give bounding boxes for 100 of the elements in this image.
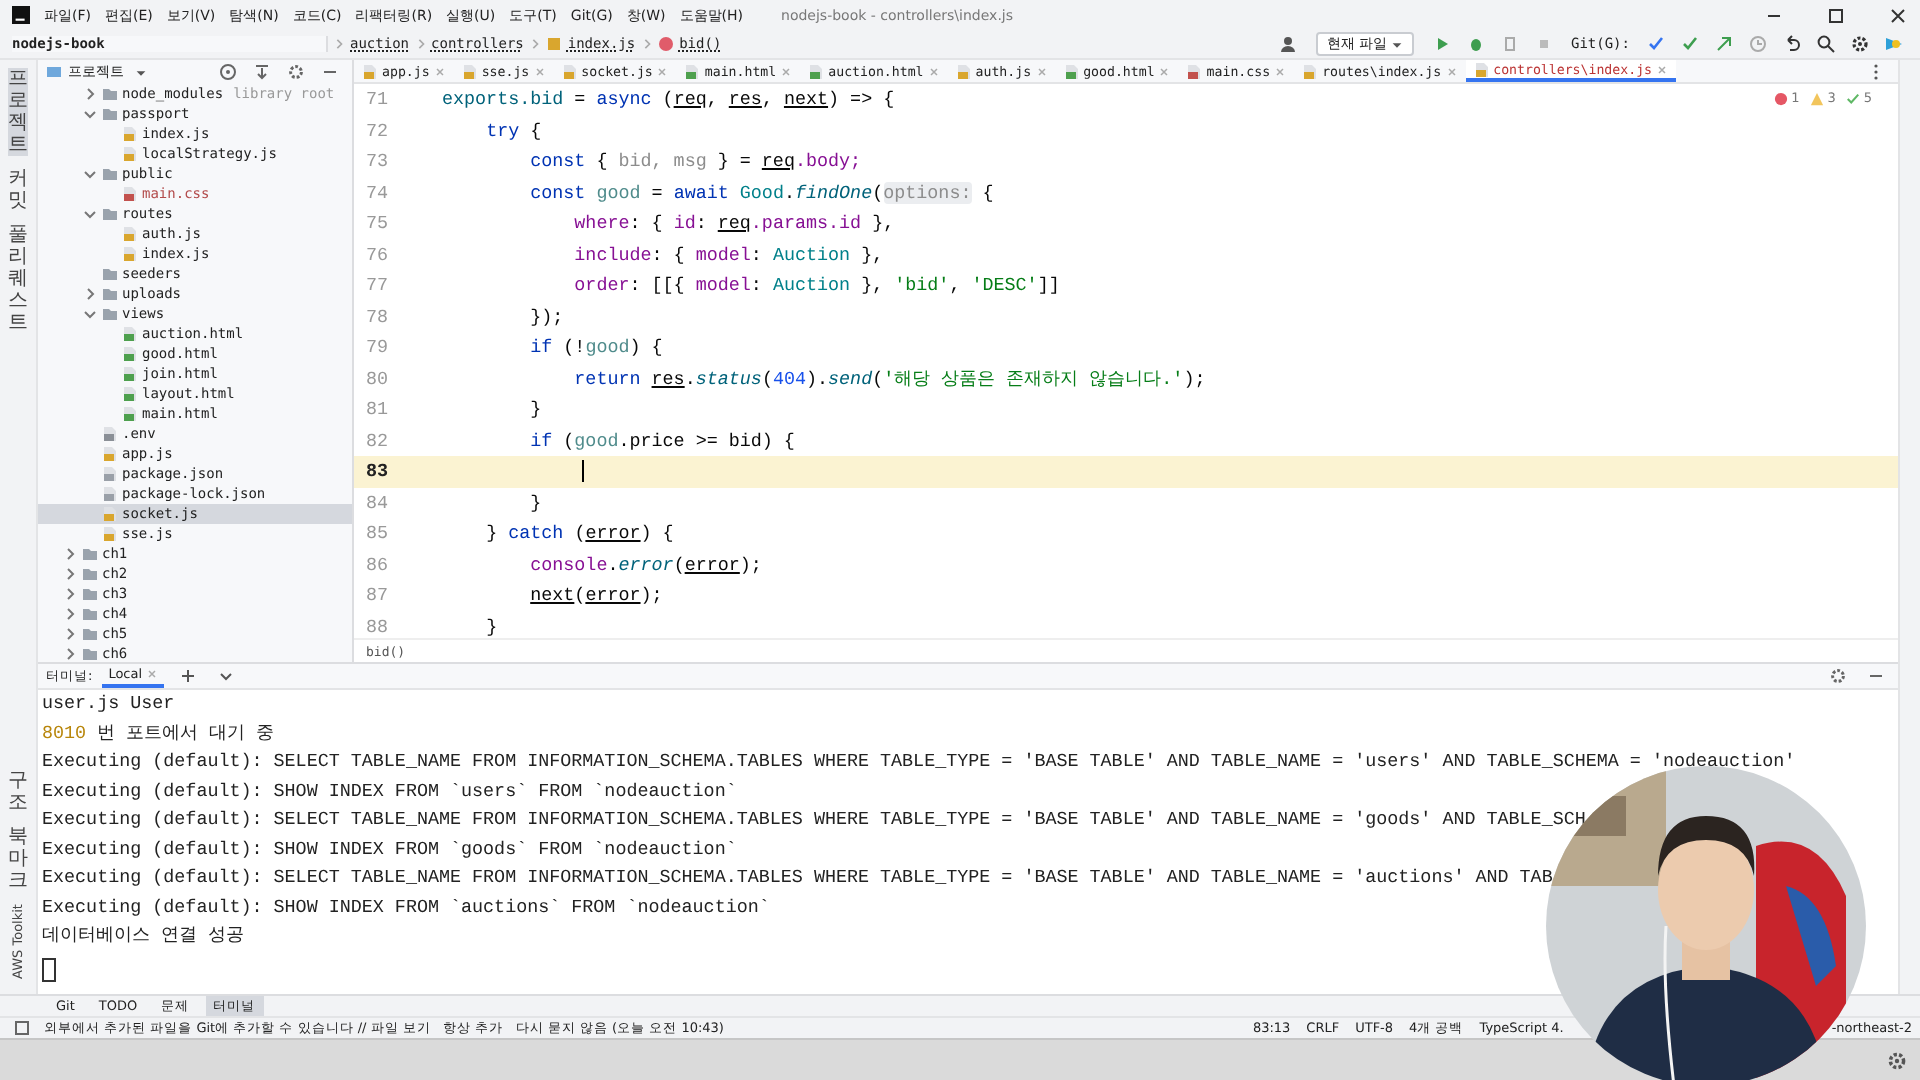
- terminal-line: Executing (default): SELECT TABLE_NAME FROM INFORMATION_SCHEMA.TABLES WHERE TABLE_TYPE = 'BASE TABLE' AND TABLE_NAME = 'auctions' AND TAB: [42, 864, 1555, 892]
- close-icon[interactable]: [1888, 5, 1908, 25]
- file-icon: [122, 386, 138, 402]
- file-icon: [102, 426, 118, 442]
- file-icon: [102, 446, 118, 462]
- file-icon: [102, 486, 118, 502]
- terminal-line: Executing (default): SELECT TABLE_NAME FROM INFORMATION_SCHEMA.TABLES WHERE TABLE_TYPE = 'BASE TABLE' AND TABLE_NAME = 'users' AND TABLE_SCHEMA = 'nodeauction': [42, 748, 1798, 776]
- terminal-line: Executing (default): SHOW INDEX FROM `goods` FROM `nodeauction`: [42, 835, 739, 863]
- line-number: 77: [364, 274, 391, 297]
- line-number: 78: [364, 305, 391, 328]
- line-number: 72: [364, 119, 391, 142]
- settings-icon[interactable]: [1828, 666, 1848, 686]
- checkmark-icon[interactable]: [1845, 91, 1860, 105]
- line-number: 74: [364, 181, 391, 204]
- js-file-icon: [545, 36, 562, 52]
- error-icon[interactable]: [1773, 91, 1788, 105]
- file-icon: [102, 526, 118, 542]
- line-number: 82: [364, 429, 391, 452]
- folder-icon: [46, 64, 62, 80]
- function-icon: [657, 36, 674, 52]
- code-line: } catch (error) {: [484, 522, 674, 545]
- terminal-line: Executing (default): SELECT TABLE_NAME FROM INFORMATION_SCHEMA.TABLES WHERE TABLE_TYPE = 'BASE TABLE' AND TABLE_NAME = 'goods' AND TABLE_SCH: [42, 806, 1588, 834]
- chevron-icon: [641, 36, 652, 52]
- line-number: 83: [364, 460, 391, 483]
- code-line: }: [484, 615, 498, 638]
- terminal-cursor: [42, 957, 56, 981]
- file-icon: [122, 326, 138, 342]
- text-cursor: [582, 460, 584, 483]
- code-line: try {: [484, 119, 542, 142]
- undo-icon[interactable]: [1782, 34, 1802, 54]
- settings-icon[interactable]: [1850, 34, 1870, 54]
- side-tool-tab[interactable]: 프로젝트: [8, 68, 28, 156]
- caret-icon[interactable]: [1390, 37, 1405, 52]
- side-tool-tab[interactable]: 커밋: [8, 168, 28, 212]
- side-tool-tab[interactable]: 구조: [8, 769, 28, 814]
- settings-icon[interactable]: [286, 62, 306, 82]
- file-icon: [122, 186, 138, 202]
- terminal-line: 데이터베이스 연결 성공: [42, 922, 247, 950]
- code-line: });: [528, 305, 564, 328]
- line-number: 88: [364, 615, 391, 638]
- search-icon[interactable]: [1816, 34, 1836, 54]
- folder-icon: [102, 166, 118, 182]
- terminal-line: Executing (default): SHOW INDEX FROM `auctions` FROM `nodeauction`: [42, 893, 772, 921]
- app-logo-icon: [12, 6, 30, 24]
- settings-icon[interactable]: [1886, 1049, 1908, 1071]
- chevron-icon: [334, 36, 344, 52]
- code-line: order: [[{ model: Auction }, 'bid', 'DESC']]: [572, 274, 1060, 297]
- code-line: if (!good) {: [528, 336, 663, 359]
- file-icon: [122, 346, 138, 362]
- line-number: 76: [364, 243, 391, 266]
- file-icon: [122, 126, 138, 142]
- code-line: const good = await Good.findOne(options: {: [528, 181, 994, 204]
- line-number: 87: [364, 584, 391, 607]
- line-number: 80: [364, 367, 391, 390]
- line-number: 85: [364, 522, 391, 545]
- line-number: 86: [364, 553, 391, 576]
- caret-icon[interactable]: [134, 65, 148, 79]
- arrow-icon[interactable]: [1714, 34, 1734, 54]
- terminal-line: Executing (default): SHOW INDEX FROM `users` FROM `nodeauction`: [42, 777, 739, 805]
- chevron-icon[interactable]: [82, 166, 98, 182]
- chevron-icon: [529, 36, 540, 52]
- file-icon: [102, 506, 118, 522]
- file-icon: [122, 366, 138, 382]
- plugin-logo-icon[interactable]: [1884, 34, 1904, 54]
- code-line: where: { id: req.params.id },: [572, 212, 895, 235]
- file-icon: [122, 246, 138, 262]
- line-number: 71: [364, 88, 391, 111]
- code-line: }: [528, 398, 542, 421]
- file-icon: [122, 146, 138, 162]
- code-line: console.error(error);: [528, 553, 762, 576]
- chevron-icon: [415, 36, 426, 52]
- window-icon[interactable]: [12, 1018, 32, 1038]
- code-line: return res.status(404).send('해당 상품은 존재하지 않습니다.');: [572, 365, 1206, 392]
- line-number: 81: [364, 398, 391, 421]
- code-line: include: { model: Auction },: [572, 243, 884, 266]
- line-number: 84: [364, 491, 391, 514]
- side-tool-tab[interactable]: 풀 리퀘스트: [8, 224, 28, 334]
- user-icon[interactable]: [1278, 34, 1299, 54]
- collapse-icon[interactable]: [252, 62, 272, 82]
- maximize-icon[interactable]: [1826, 5, 1846, 25]
- line-number: 79: [364, 336, 391, 359]
- code-line: const { bid, msg } = req.body;: [528, 150, 862, 173]
- line-number: 75: [364, 212, 391, 235]
- debug-icon[interactable]: [1466, 34, 1487, 54]
- terminal-line: user.js User: [42, 690, 177, 718]
- folder-icon: [102, 206, 118, 222]
- code-line: if (good.price >= bid) {: [528, 429, 795, 452]
- file-icon: [122, 226, 138, 242]
- line-number: 73: [364, 150, 391, 173]
- code-line: exports.bid = async (req, res, next) => {: [442, 88, 895, 111]
- code-line: }: [528, 491, 542, 514]
- code-line: next(error);: [528, 584, 663, 607]
- side-tool-tab[interactable]: 북마크: [8, 825, 28, 892]
- chevron-icon[interactable]: [82, 206, 98, 222]
- terminal-line: 8010 번 포트에서 대기 중: [42, 719, 277, 747]
- target-icon[interactable]: [218, 62, 238, 82]
- run-icon[interactable]: [1432, 34, 1453, 54]
- file-icon: [122, 406, 138, 422]
- file-icon: [102, 466, 118, 482]
- add-icon[interactable]: [178, 666, 199, 686]
